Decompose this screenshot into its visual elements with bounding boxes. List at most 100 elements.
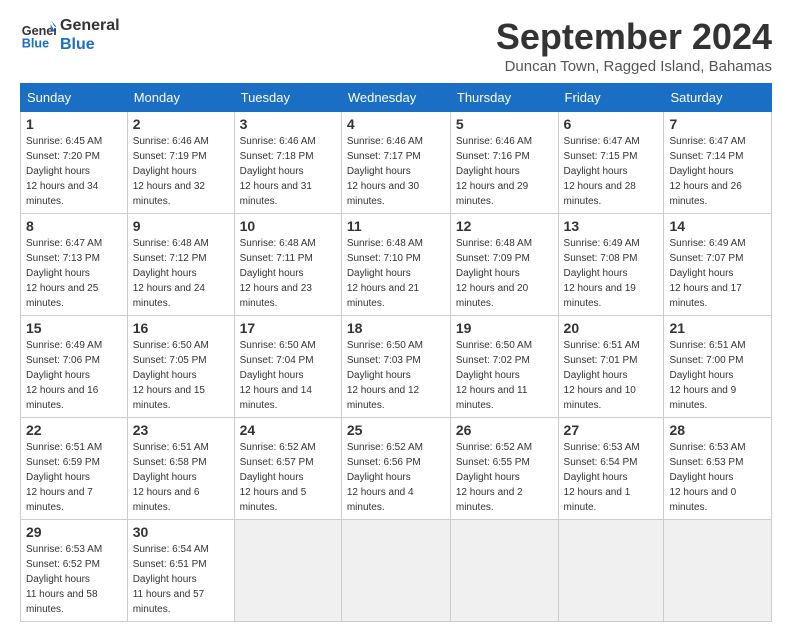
day-number: 22 bbox=[26, 422, 122, 438]
day-cell-16: 16 Sunrise: 6:50 AMSunset: 7:05 PMDaylig… bbox=[127, 316, 234, 418]
day-cell-28: 28 Sunrise: 6:53 AMSunset: 6:53 PMDaylig… bbox=[664, 418, 772, 520]
day-cell-19: 19 Sunrise: 6:50 AMSunset: 7:02 PMDaylig… bbox=[450, 316, 558, 418]
day-number: 29 bbox=[26, 524, 122, 540]
day-number: 19 bbox=[456, 320, 553, 336]
day-number: 1 bbox=[26, 116, 122, 132]
day-cell-15: 15 Sunrise: 6:49 AMSunset: 7:06 PMDaylig… bbox=[21, 316, 128, 418]
day-number: 9 bbox=[133, 218, 229, 234]
day-header-monday: Monday bbox=[127, 84, 234, 112]
calendar-week-4: 22 Sunrise: 6:51 AMSunset: 6:59 PMDaylig… bbox=[21, 418, 772, 520]
calendar-header-row: SundayMondayTuesdayWednesdayThursdayFrid… bbox=[21, 84, 772, 112]
day-info: Sunrise: 6:47 AMSunset: 7:13 PMDaylight … bbox=[26, 238, 102, 309]
day-cell-14: 14 Sunrise: 6:49 AMSunset: 7:07 PMDaylig… bbox=[664, 214, 772, 316]
day-number: 16 bbox=[133, 320, 229, 336]
day-header-saturday: Saturday bbox=[664, 84, 772, 112]
day-number: 14 bbox=[669, 218, 766, 234]
day-number: 23 bbox=[133, 422, 229, 438]
day-cell-1: 1 Sunrise: 6:45 AMSunset: 7:20 PMDayligh… bbox=[21, 112, 128, 214]
day-cell-25: 25 Sunrise: 6:52 AMSunset: 6:56 PMDaylig… bbox=[341, 418, 450, 520]
day-cell-10: 10 Sunrise: 6:48 AMSunset: 7:11 PMDaylig… bbox=[234, 214, 341, 316]
empty-cell bbox=[450, 520, 558, 622]
day-cell-24: 24 Sunrise: 6:52 AMSunset: 6:57 PMDaylig… bbox=[234, 418, 341, 520]
day-info: Sunrise: 6:47 AMSunset: 7:14 PMDaylight … bbox=[669, 136, 745, 207]
day-info: Sunrise: 6:50 AMSunset: 7:03 PMDaylight … bbox=[347, 340, 423, 411]
day-number: 21 bbox=[669, 320, 766, 336]
day-number: 20 bbox=[564, 320, 659, 336]
day-number: 4 bbox=[347, 116, 445, 132]
day-number: 11 bbox=[347, 218, 445, 234]
day-number: 26 bbox=[456, 422, 553, 438]
day-cell-7: 7 Sunrise: 6:47 AMSunset: 7:14 PMDayligh… bbox=[664, 112, 772, 214]
day-info: Sunrise: 6:53 AMSunset: 6:53 PMDaylight … bbox=[669, 442, 745, 513]
day-info: Sunrise: 6:48 AMSunset: 7:09 PMDaylight … bbox=[456, 238, 532, 309]
day-info: Sunrise: 6:51 AMSunset: 6:58 PMDaylight … bbox=[133, 442, 209, 513]
day-number: 3 bbox=[240, 116, 336, 132]
day-number: 25 bbox=[347, 422, 445, 438]
day-cell-29: 29 Sunrise: 6:53 AMSunset: 6:52 PMDaylig… bbox=[21, 520, 128, 622]
day-number: 12 bbox=[456, 218, 553, 234]
day-info: Sunrise: 6:49 AMSunset: 7:07 PMDaylight … bbox=[669, 238, 745, 309]
day-info: Sunrise: 6:52 AMSunset: 6:57 PMDaylight … bbox=[240, 442, 316, 513]
calendar-week-3: 15 Sunrise: 6:49 AMSunset: 7:06 PMDaylig… bbox=[21, 316, 772, 418]
day-info: Sunrise: 6:51 AMSunset: 7:00 PMDaylight … bbox=[669, 340, 745, 411]
day-number: 5 bbox=[456, 116, 553, 132]
empty-cell bbox=[341, 520, 450, 622]
day-cell-8: 8 Sunrise: 6:47 AMSunset: 7:13 PMDayligh… bbox=[21, 214, 128, 316]
day-info: Sunrise: 6:50 AMSunset: 7:05 PMDaylight … bbox=[133, 340, 209, 411]
day-number: 2 bbox=[133, 116, 229, 132]
day-info: Sunrise: 6:49 AMSunset: 7:08 PMDaylight … bbox=[564, 238, 640, 309]
day-number: 17 bbox=[240, 320, 336, 336]
day-cell-23: 23 Sunrise: 6:51 AMSunset: 6:58 PMDaylig… bbox=[127, 418, 234, 520]
day-cell-5: 5 Sunrise: 6:46 AMSunset: 7:16 PMDayligh… bbox=[450, 112, 558, 214]
day-cell-9: 9 Sunrise: 6:48 AMSunset: 7:12 PMDayligh… bbox=[127, 214, 234, 316]
day-info: Sunrise: 6:47 AMSunset: 7:15 PMDaylight … bbox=[564, 136, 640, 207]
day-info: Sunrise: 6:52 AMSunset: 6:55 PMDaylight … bbox=[456, 442, 532, 513]
day-info: Sunrise: 6:50 AMSunset: 7:04 PMDaylight … bbox=[240, 340, 316, 411]
day-cell-12: 12 Sunrise: 6:48 AMSunset: 7:09 PMDaylig… bbox=[450, 214, 558, 316]
day-cell-27: 27 Sunrise: 6:53 AMSunset: 6:54 PMDaylig… bbox=[558, 418, 664, 520]
empty-cell bbox=[664, 520, 772, 622]
day-cell-2: 2 Sunrise: 6:46 AMSunset: 7:19 PMDayligh… bbox=[127, 112, 234, 214]
empty-cell bbox=[234, 520, 341, 622]
day-cell-18: 18 Sunrise: 6:50 AMSunset: 7:03 PMDaylig… bbox=[341, 316, 450, 418]
day-cell-13: 13 Sunrise: 6:49 AMSunset: 7:08 PMDaylig… bbox=[558, 214, 664, 316]
day-info: Sunrise: 6:52 AMSunset: 6:56 PMDaylight … bbox=[347, 442, 423, 513]
empty-cell bbox=[558, 520, 664, 622]
calendar-week-2: 8 Sunrise: 6:47 AMSunset: 7:13 PMDayligh… bbox=[21, 214, 772, 316]
day-info: Sunrise: 6:46 AMSunset: 7:16 PMDaylight … bbox=[456, 136, 532, 207]
day-cell-6: 6 Sunrise: 6:47 AMSunset: 7:15 PMDayligh… bbox=[558, 112, 664, 214]
day-number: 24 bbox=[240, 422, 336, 438]
day-header-tuesday: Tuesday bbox=[234, 84, 341, 112]
day-cell-21: 21 Sunrise: 6:51 AMSunset: 7:00 PMDaylig… bbox=[664, 316, 772, 418]
day-info: Sunrise: 6:51 AMSunset: 7:01 PMDaylight … bbox=[564, 340, 640, 411]
header: General Blue General Blue September 2024… bbox=[20, 16, 772, 75]
day-header-wednesday: Wednesday bbox=[341, 84, 450, 112]
day-number: 28 bbox=[669, 422, 766, 438]
day-number: 15 bbox=[26, 320, 122, 336]
day-cell-4: 4 Sunrise: 6:46 AMSunset: 7:17 PMDayligh… bbox=[341, 112, 450, 214]
day-header-friday: Friday bbox=[558, 84, 664, 112]
day-info: Sunrise: 6:53 AMSunset: 6:52 PMDaylight … bbox=[26, 544, 102, 615]
logo-icon: General Blue bbox=[20, 17, 56, 53]
day-cell-26: 26 Sunrise: 6:52 AMSunset: 6:55 PMDaylig… bbox=[450, 418, 558, 520]
day-cell-17: 17 Sunrise: 6:50 AMSunset: 7:04 PMDaylig… bbox=[234, 316, 341, 418]
day-number: 7 bbox=[669, 116, 766, 132]
day-cell-11: 11 Sunrise: 6:48 AMSunset: 7:10 PMDaylig… bbox=[341, 214, 450, 316]
day-header-sunday: Sunday bbox=[21, 84, 128, 112]
logo: General Blue General Blue bbox=[20, 16, 120, 54]
day-info: Sunrise: 6:50 AMSunset: 7:02 PMDaylight … bbox=[456, 340, 532, 411]
title-area: September 2024 Duncan Town, Ragged Islan… bbox=[496, 16, 772, 75]
day-cell-3: 3 Sunrise: 6:46 AMSunset: 7:18 PMDayligh… bbox=[234, 112, 341, 214]
calendar-week-5: 29 Sunrise: 6:53 AMSunset: 6:52 PMDaylig… bbox=[21, 520, 772, 622]
day-info: Sunrise: 6:48 AMSunset: 7:12 PMDaylight … bbox=[133, 238, 209, 309]
day-info: Sunrise: 6:54 AMSunset: 6:51 PMDaylight … bbox=[133, 544, 209, 615]
day-cell-22: 22 Sunrise: 6:51 AMSunset: 6:59 PMDaylig… bbox=[21, 418, 128, 520]
day-number: 8 bbox=[26, 218, 122, 234]
day-info: Sunrise: 6:48 AMSunset: 7:10 PMDaylight … bbox=[347, 238, 423, 309]
day-info: Sunrise: 6:46 AMSunset: 7:17 PMDaylight … bbox=[347, 136, 423, 207]
day-info: Sunrise: 6:46 AMSunset: 7:19 PMDaylight … bbox=[133, 136, 209, 207]
svg-text:Blue: Blue bbox=[22, 37, 49, 51]
logo-line1: General bbox=[60, 16, 120, 35]
day-info: Sunrise: 6:51 AMSunset: 6:59 PMDaylight … bbox=[26, 442, 102, 513]
day-number: 10 bbox=[240, 218, 336, 234]
